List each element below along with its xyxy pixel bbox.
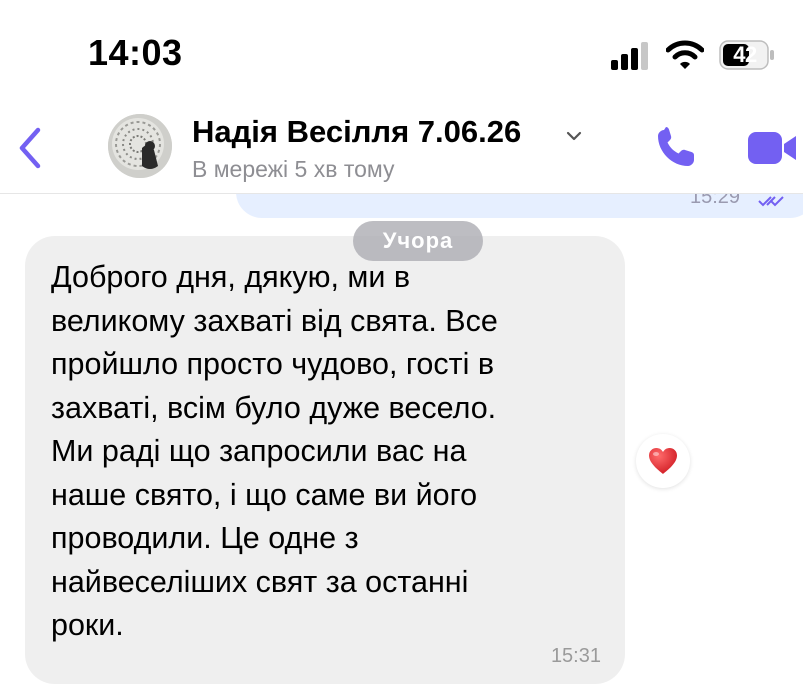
signal-icon	[611, 42, 648, 70]
avatar[interactable]	[108, 114, 172, 178]
battery-level: 42	[733, 42, 757, 67]
wifi-icon	[666, 40, 704, 69]
read-ticks-icon	[758, 196, 784, 207]
reaction-button[interactable]	[636, 434, 690, 488]
phone-icon[interactable]	[652, 122, 700, 170]
date-separator: Учора	[353, 221, 483, 261]
conversation[interactable]: 15:29 Учора Доброго дня, дякую, ми в вел…	[0, 194, 803, 700]
outgoing-message-time: 15:29	[690, 194, 741, 208]
message-time: 15:31	[550, 645, 601, 667]
contact-name[interactable]: Надія Весілля 7.06.26	[192, 114, 521, 150]
back-icon[interactable]	[8, 124, 52, 172]
avatar-image	[108, 114, 172, 178]
chat-header: Надія Весілля 7.06.26 В мережі 5 хв тому	[0, 100, 803, 194]
incoming-message-bubble[interactable]: Доброго дня, дякую, ми в великому захват…	[25, 236, 625, 684]
contact-status: В мережі 5 хв тому	[192, 156, 395, 182]
message-text: Доброго дня, дякую, ми в великому захват…	[51, 260, 498, 642]
chevron-down-icon[interactable]	[566, 130, 582, 142]
heart-icon	[649, 448, 677, 474]
video-camera-icon[interactable]	[742, 126, 800, 170]
status-bar: 14:03 42	[0, 0, 803, 100]
status-time: 14:03	[88, 32, 183, 73]
